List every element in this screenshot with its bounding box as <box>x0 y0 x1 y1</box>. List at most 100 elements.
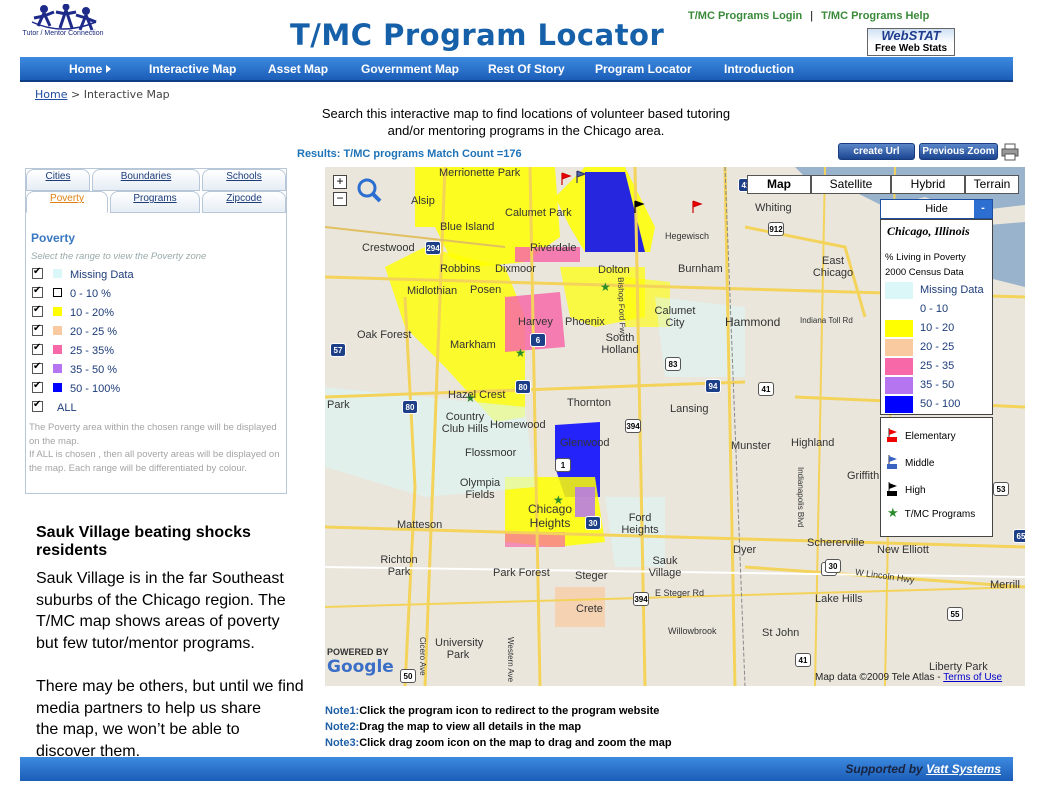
poverty-option-10-20[interactable]: 10 - 20% <box>32 304 114 322</box>
breadcrumb-current: Interactive Map <box>83 88 170 101</box>
color-swatch <box>53 307 62 316</box>
nav-government-map[interactable]: Government Map <box>361 62 459 76</box>
previous-zoom-button[interactable]: Previous Zoom <box>919 143 998 160</box>
login-link[interactable]: T/MC Programs Login <box>688 10 802 22</box>
highway-shield: 30 <box>825 559 841 573</box>
tab-boundaries[interactable]: Boundaries <box>92 169 200 191</box>
map-type-terrain[interactable]: Terrain <box>965 175 1019 194</box>
place-label: Oak Forest <box>357 329 412 341</box>
create-url-button[interactable]: create Url <box>838 143 915 160</box>
map-type-satellite[interactable]: Satellite <box>811 175 891 194</box>
story-line: media partners to help us share <box>36 699 262 717</box>
nav-home[interactable]: Home <box>69 62 112 76</box>
nav-home-label: Home <box>69 62 103 76</box>
results-count: Results: T/MC programs Match Count =176 <box>297 148 522 160</box>
highway-shield: 41 <box>758 382 774 396</box>
poverty-zone-35-50 <box>575 487 595 517</box>
story-title: Sauk Village beating shocks residents <box>36 524 251 559</box>
poverty-option-35-50[interactable]: 35 - 50 % <box>32 361 117 379</box>
poverty-option-missing[interactable]: Missing Data <box>32 266 134 284</box>
poverty-option-20-25[interactable]: 20 - 25 % <box>32 323 118 341</box>
nav-asset-map[interactable]: Asset Map <box>268 62 328 76</box>
attribution-text: Map data ©2009 Tele Atlas - <box>815 672 941 683</box>
poverty-option-50-100[interactable]: 50 - 100% <box>32 380 120 398</box>
poverty-option-25-35[interactable]: 25 - 35% <box>32 342 115 360</box>
poverty-legend: Chicago, Illinois % Living in Poverty 20… <box>880 219 993 415</box>
story-line: T/MC map shows areas of poverty <box>36 613 280 630</box>
print-icon[interactable] <box>1001 143 1019 161</box>
option-label: ALL <box>57 402 77 414</box>
map-type-map[interactable]: Map <box>747 175 811 194</box>
note-text: Click the program icon to redirect to th… <box>359 705 660 717</box>
highway-shield: 57 <box>330 343 346 357</box>
place-label: Munster <box>731 440 771 452</box>
color-swatch <box>53 345 62 354</box>
road-label: Willowbrook <box>668 626 717 636</box>
google-logo[interactable]: POWERED BY Google <box>327 647 394 677</box>
terms-of-use-link[interactable]: Terms of Use <box>943 672 1002 683</box>
place-label: St John <box>762 627 800 639</box>
tab-schools[interactable]: Schools <box>202 169 286 191</box>
breadcrumb: Home > Interactive Map <box>35 88 170 101</box>
checkbox[interactable] <box>32 342 43 355</box>
place-label: Park <box>327 399 350 411</box>
minimize-icon[interactable]: - <box>974 200 992 218</box>
option-label: 25 - 35% <box>70 345 115 357</box>
tmc-logo[interactable]: Tutor / Mentor Connection <box>22 3 104 54</box>
checkbox[interactable] <box>32 285 43 298</box>
checkbox[interactable] <box>32 323 43 336</box>
place-label: Robbins <box>440 263 481 275</box>
tab-poverty[interactable]: Poverty <box>26 191 108 213</box>
place-label: Country Club Hills <box>441 411 489 435</box>
legend-range-0-10: 0 - 10 <box>885 301 990 318</box>
place-label: Blue Island <box>440 221 495 233</box>
tab-programs[interactable]: Programs <box>110 191 200 213</box>
place-label: Richton Park <box>380 554 418 578</box>
place-label: Crete <box>576 603 603 615</box>
place-label: Alsip <box>411 195 435 207</box>
option-label: 0 - 10 % <box>70 288 111 300</box>
nav-program-locator[interactable]: Program Locator <box>595 62 692 76</box>
story-line: the map, we won’t be able to <box>36 721 240 738</box>
breadcrumb-home[interactable]: Home <box>35 88 67 101</box>
highway-shield: 294 <box>425 241 441 255</box>
poverty-option-all[interactable]: ALL <box>32 399 77 417</box>
option-label: 20 - 25 % <box>70 326 118 338</box>
map-attribution: Map data ©2009 Tele Atlas - Terms of Use <box>815 672 1002 683</box>
interactive-map[interactable]: ★ ★ ★ ★ Merrionette Park Calumet Park Al… <box>325 167 1025 686</box>
place-label: Markham <box>450 339 496 351</box>
help-link[interactable]: T/MC Programs Help <box>821 10 929 22</box>
note-2: Note2:Drag the map to view all details i… <box>325 719 672 735</box>
checkbox[interactable] <box>32 304 43 317</box>
google-powered-label: POWERED BY <box>327 647 389 657</box>
highway-shield: 30 <box>585 516 601 530</box>
tab-zipcode[interactable]: Zipcode <box>202 191 286 213</box>
tab-cities[interactable]: Cities <box>26 169 90 191</box>
school-legend: Elementary Middle High ★ T/MC Programs <box>880 417 993 537</box>
help-note-1: The Poverty area within the chosen range… <box>29 422 277 447</box>
checkbox[interactable] <box>32 399 43 412</box>
poverty-subtitle: Select the range to view the Poverty zon… <box>31 251 207 262</box>
webstat-badge[interactable]: WebSTAT Free Web Stats <box>867 28 955 56</box>
vendor-link[interactable]: Vatt Systems <box>926 762 1001 776</box>
checkbox[interactable] <box>32 361 43 374</box>
place-label: Crestwood <box>362 242 415 254</box>
map-type-hybrid[interactable]: Hybrid <box>891 175 965 194</box>
highway-shield: 6 <box>530 333 546 347</box>
drag-zoom-icon[interactable] <box>355 175 383 205</box>
checkbox[interactable] <box>32 380 43 393</box>
main-nav: Home Interactive Map Asset Map Governmen… <box>20 57 1013 82</box>
nav-interactive-map[interactable]: Interactive Map <box>149 62 236 76</box>
zoom-in-button[interactable]: + <box>333 175 347 189</box>
legend-hide-button[interactable]: Hide - <box>880 199 993 219</box>
place-label: Calumet Park <box>505 207 572 219</box>
note-1: Note1:Click the program icon to redirect… <box>325 703 672 719</box>
legend-range-35-50: 35 - 50 <box>885 377 990 394</box>
zoom-out-button[interactable]: − <box>333 192 347 206</box>
nav-introduction[interactable]: Introduction <box>724 62 794 76</box>
poverty-option-0-10[interactable]: 0 - 10 % <box>32 285 111 303</box>
checkbox[interactable] <box>32 266 43 279</box>
legend-high: High <box>887 482 926 496</box>
nav-rest-of-story[interactable]: Rest Of Story <box>488 62 565 76</box>
legend-range-25-35: 25 - 35 <box>885 358 990 375</box>
